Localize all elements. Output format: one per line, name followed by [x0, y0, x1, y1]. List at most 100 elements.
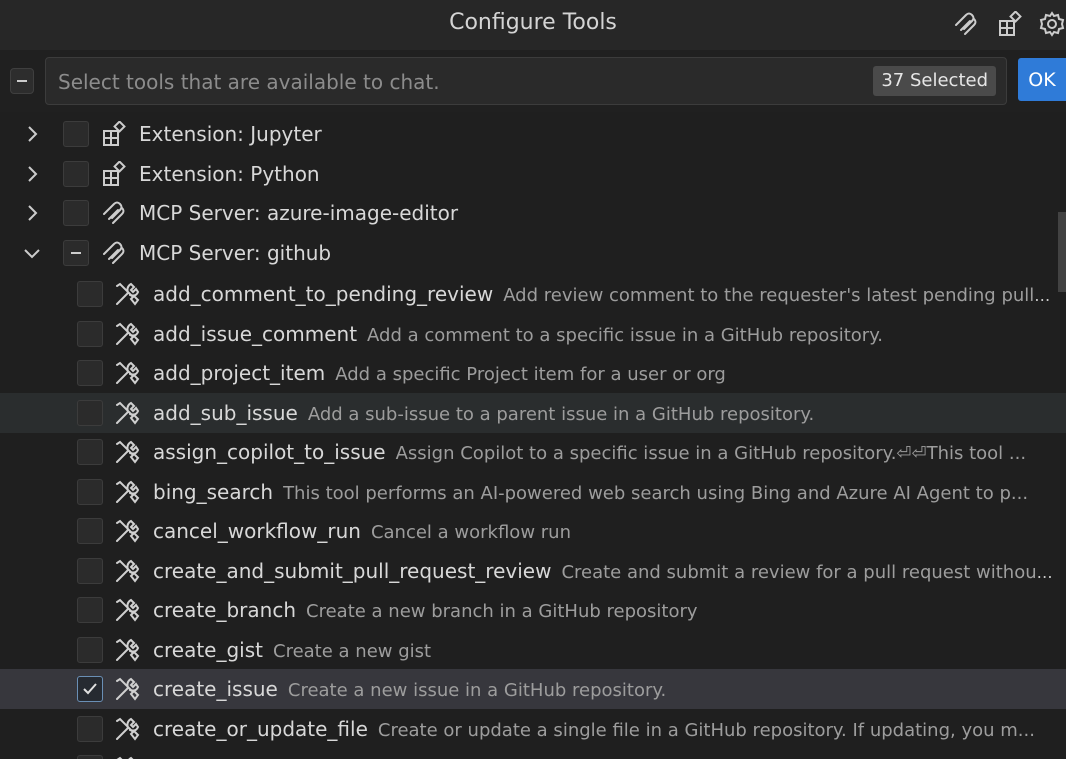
tools-icon — [113, 675, 141, 703]
tools-icon — [113, 320, 141, 348]
group-checkbox[interactable] — [63, 200, 89, 226]
title-bar: Configure Tools — [0, 0, 1066, 50]
tools-icon — [113, 478, 141, 506]
tool-row[interactable]: create_and_submit_pull_request_review Cre… — [0, 551, 1066, 591]
tool-description: Create a new branch in a GitHub reposito… — [306, 601, 698, 622]
tool-row[interactable]: create_issue Create a new issue in a GitH… — [0, 669, 1066, 709]
check-icon — [81, 680, 99, 698]
tool-row[interactable]: create_or_update_file Create or update a … — [0, 709, 1066, 749]
tool-checkbox[interactable] — [77, 597, 103, 623]
tool-text: create_issue Create a new issue in a GitH… — [153, 669, 1056, 709]
chevron-right-icon[interactable] — [22, 124, 42, 144]
tool-name: add_project_item — [153, 361, 326, 385]
tool-description: Add a sub-issue to a parent issue in a G… — [307, 403, 815, 425]
tool-name: bing_search — [153, 479, 274, 504]
tools-icon — [113, 715, 141, 743]
tools-icon — [113, 557, 141, 585]
tool-description: Add a comment to a specific issue in a G… — [367, 324, 883, 346]
tool-description: This tool performs an AI-powered web sea… — [283, 482, 1029, 504]
tool-description: Create or update a single file in a GitH… — [377, 719, 1035, 741]
tool-text: create_gist Create a new gist — [153, 630, 1056, 670]
tool-text: create_or_update_file Create or update a … — [153, 709, 1056, 749]
tool-row[interactable]: add_comment_to_pending_review Add review … — [0, 274, 1066, 314]
chevron-right-icon[interactable] — [22, 203, 42, 223]
tool-text: assign_copilot_to_issue Assign Copilot to… — [153, 432, 1056, 472]
partial-check-icon — [71, 251, 81, 254]
group-label: MCP Server: github — [139, 240, 332, 265]
tool-name: assign_copilot_to_issue — [153, 440, 386, 464]
mcp-icon — [100, 199, 128, 227]
tool-name: add_comment_to_pending_review — [153, 282, 494, 306]
scrollbar-thumb[interactable] — [1058, 212, 1066, 292]
tools-icon — [113, 636, 141, 664]
tool-checkbox[interactable] — [77, 676, 103, 702]
tool-description: Create a new gist — [273, 640, 432, 662]
tools-icon — [113, 517, 141, 545]
tool-text: bing_search This tool performs an AI-powe… — [153, 472, 1056, 512]
ok-button[interactable]: OK — [1018, 58, 1066, 101]
tool-description: Create and submit a review for a pull re… — [561, 561, 1056, 583]
tool-description: Add a specific Project item for a user o… — [335, 364, 726, 385]
minus-icon — [17, 80, 27, 82]
tree-group-row[interactable]: Extension: Jupyter — [0, 114, 1066, 154]
tree-group-row[interactable]: MCP Server: azure-image-editor — [0, 193, 1066, 233]
tools-icon — [113, 399, 141, 427]
tool-checkbox[interactable] — [77, 320, 103, 347]
extensions-icon[interactable] — [996, 10, 1024, 38]
tool-list: Extension: Jupyter Extension: Python MCP S… — [0, 112, 1066, 759]
tools-icon — [113, 359, 141, 387]
tool-checkbox[interactable] — [77, 478, 103, 505]
tool-checkbox[interactable] — [77, 715, 103, 742]
tool-text: add_project_item Add a specific Project i… — [153, 353, 1056, 393]
tool-row[interactable]: bing_search This tool performs an AI-powe… — [0, 472, 1066, 512]
tool-name: cancel_workflow_run — [153, 519, 361, 543]
group-label: Extension: Python — [139, 161, 320, 186]
tool-row[interactable]: add_project_item Add a specific Project i… — [0, 353, 1066, 393]
tool-description: Cancel a workflow run — [370, 522, 571, 543]
tool-checkbox[interactable] — [77, 399, 103, 426]
tool-checkbox[interactable] — [77, 360, 103, 386]
tool-name: add_sub_issue — [153, 400, 298, 425]
tools-icon — [113, 438, 141, 466]
chevron-right-icon[interactable] — [22, 164, 42, 184]
group-checkbox[interactable] — [63, 121, 89, 147]
tool-row[interactable]: create_gist Create a new gist — [0, 630, 1066, 670]
tool-row[interactable] — [0, 748, 1066, 759]
tool-checkbox[interactable] — [77, 518, 103, 544]
tool-text — [153, 748, 1056, 759]
tool-name: create_and_submit_pull_request_review — [153, 558, 552, 583]
tool-text: create_branch Create a new branch in a Gi… — [153, 590, 1056, 630]
tool-checkbox[interactable] — [77, 439, 103, 465]
chevron-down-icon[interactable] — [22, 243, 42, 263]
tool-checkbox[interactable] — [77, 755, 103, 759]
search-input[interactable] — [56, 58, 880, 106]
tool-name: create_gist — [153, 637, 263, 662]
tool-row[interactable]: create_branch Create a new branch in a Gi… — [0, 590, 1066, 630]
tool-checkbox[interactable] — [77, 281, 103, 307]
tool-name: create_or_update_file — [153, 716, 368, 741]
tool-row[interactable]: add_issue_comment Add a comment to a spec… — [0, 314, 1066, 354]
tree-group-row[interactable]: MCP Server: github — [0, 233, 1066, 273]
tool-row[interactable]: cancel_workflow_run Cancel a workflow run — [0, 511, 1066, 551]
tree-group-row[interactable]: Extension: Python — [0, 154, 1066, 194]
gear-icon[interactable] — [1038, 10, 1066, 38]
collapse-all-button[interactable] — [10, 68, 34, 94]
tools-icon — [113, 754, 141, 759]
tool-text: create_and_submit_pull_request_review Cre… — [153, 551, 1056, 591]
search-box[interactable]: 37 Selected — [45, 57, 1007, 106]
group-checkbox[interactable] — [63, 239, 89, 266]
tool-row[interactable]: assign_copilot_to_issue Assign Copilot to… — [0, 432, 1066, 472]
group-checkbox[interactable] — [63, 160, 89, 187]
mcp-icon[interactable] — [952, 10, 980, 38]
tools-icon — [113, 280, 141, 308]
dialog-title: Configure Tools — [449, 10, 617, 35]
tool-checkbox[interactable] — [77, 557, 103, 584]
tool-name: create_issue — [153, 677, 278, 701]
tool-name: create_branch — [153, 598, 297, 622]
extensions-icon — [100, 160, 128, 188]
tool-row[interactable]: add_sub_issue Add a sub-issue to a parent… — [0, 392, 1066, 433]
tool-name: add_issue_comment — [153, 321, 358, 346]
mcp-icon — [100, 239, 128, 267]
tool-checkbox[interactable] — [77, 636, 103, 663]
extensions-icon — [100, 120, 128, 148]
